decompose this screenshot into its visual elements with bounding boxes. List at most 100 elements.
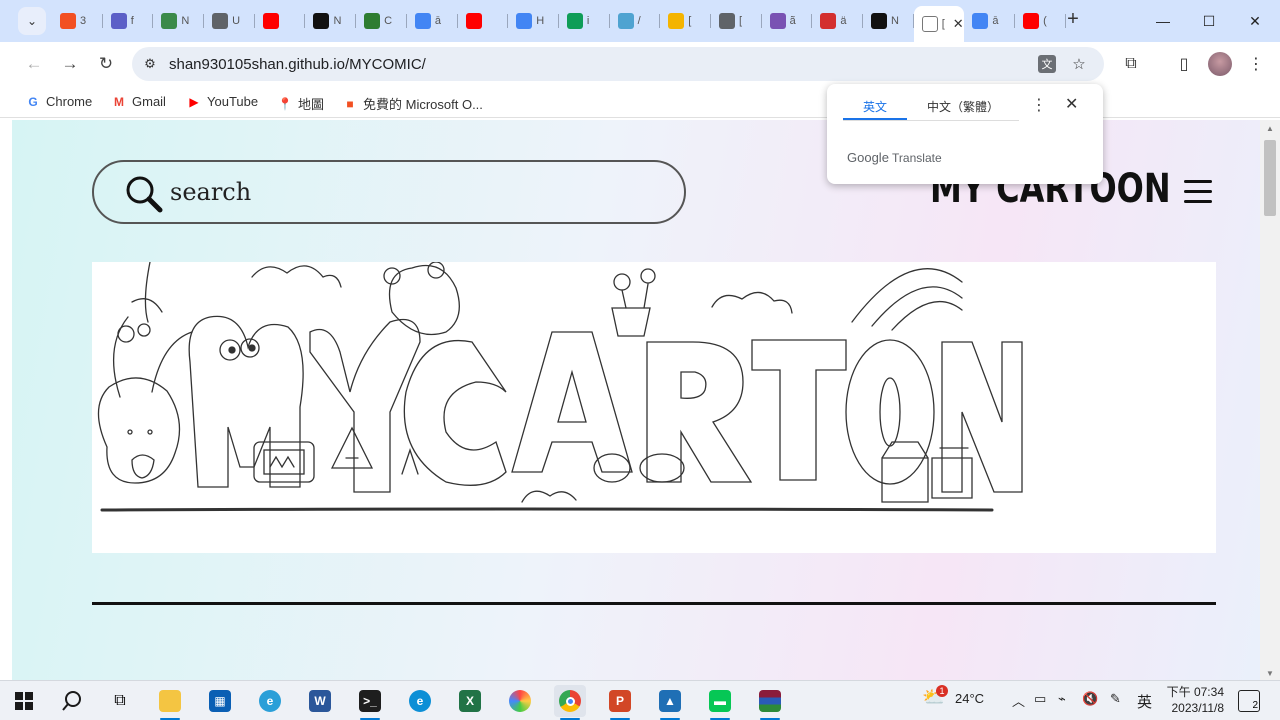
tab-title: / (637, 15, 641, 27)
google-translate-brand: Google Translate (847, 150, 942, 165)
address-bar[interactable]: ⚙ shan930105shan.github.io/MYCOMIC/ 文 ☆ (132, 47, 1104, 81)
taskbar-line[interactable]: ▬ (704, 685, 736, 720)
forward-button[interactable]: → (56, 50, 84, 78)
browser-tab[interactable]: C (356, 6, 407, 36)
browser-tab[interactable]: ã (762, 6, 813, 36)
bookmark-label: YouTube (207, 94, 259, 109)
close-window-button[interactable]: ✕ (1232, 0, 1278, 42)
reload-button[interactable]: ↻ (92, 50, 120, 78)
task-view-button[interactable]: ⧉ (104, 685, 136, 717)
browser-tab[interactable]: [✕ (913, 6, 965, 42)
pen-icon[interactable]: ✎ (1110, 691, 1121, 707)
browser-tab[interactable]: f (103, 6, 154, 36)
system-clock[interactable]: 下午 07:34 2023/11/8 (1162, 684, 1224, 716)
translate-icon[interactable]: 文 (1038, 55, 1056, 73)
battery-icon[interactable]: ▭ (1034, 691, 1046, 707)
translate-tab-source[interactable]: 英文 (863, 98, 887, 115)
powerpoint-icon: P (609, 690, 631, 712)
weather-temperature[interactable]: 24°C (955, 691, 984, 706)
new-tab-button[interactable]: + (1062, 9, 1084, 31)
url-text[interactable]: shan930105shan.github.io/MYCOMIC/ (169, 56, 426, 73)
tab-title: [ (738, 15, 742, 27)
menu-dots-icon[interactable]: ⋮ (1244, 52, 1268, 76)
taskbar-photos[interactable]: ▲ (654, 685, 686, 720)
profile-avatar[interactable] (1208, 52, 1232, 76)
tab-title: C (384, 15, 393, 27)
bookmark-item[interactable]: M Gmail (112, 94, 166, 109)
bookmark-item[interactable]: ▶ YouTube (187, 94, 258, 109)
extensions-icon[interactable]: ⧉ (1119, 52, 1143, 76)
scroll-up-icon[interactable]: ▲ (1266, 124, 1274, 133)
clock-date: 2023/11/8 (1171, 701, 1225, 715)
browser-tab[interactable]: U (204, 6, 255, 36)
bookmark-item[interactable]: 📍 地圖 (278, 94, 324, 113)
browser-tab[interactable]: ā (964, 6, 1015, 36)
translate-tab-target[interactable]: 中文（繁體） (927, 98, 999, 115)
browser-tab[interactable]: N (305, 6, 356, 36)
bookmark-star-icon[interactable]: ☆ (1068, 53, 1090, 75)
browser-tab[interactable]: ā (407, 6, 458, 36)
browser-tab[interactable]: i (559, 6, 610, 36)
taskbar-powerpoint[interactable]: P (604, 685, 636, 720)
tray-chevron-icon[interactable]: ︿ (1012, 691, 1025, 710)
scroll-down-icon[interactable]: ▼ (1266, 669, 1274, 678)
drive-icon (566, 13, 583, 29)
taskbar-chrome[interactable] (554, 685, 586, 720)
volume-muted-icon[interactable]: 🔇 (1082, 691, 1098, 707)
browser-tab[interactable]: [ (660, 6, 711, 36)
browser-tab[interactable]: N (863, 6, 914, 36)
edge-icon: e (409, 690, 431, 712)
word-icon: W (309, 690, 331, 712)
site-info-icon[interactable]: ⚙ (140, 54, 160, 74)
excel-icon: X (459, 690, 481, 712)
ime-indicator[interactable]: 英 (1137, 691, 1152, 712)
taskbar-terminal[interactable]: >_ (354, 685, 386, 720)
hamburger-menu-icon[interactable] (1184, 180, 1212, 204)
browser-tab[interactable]: / (610, 6, 661, 36)
browser-tab[interactable]: 3 (52, 6, 103, 36)
translate-options-icon[interactable]: ⋮ (1031, 95, 1047, 115)
page-scrollbar[interactable]: ▲ ▼ (1260, 120, 1280, 680)
notification-center-icon[interactable]: 2 (1238, 690, 1260, 712)
ie-icon: e (259, 690, 281, 712)
tab-title: f (130, 15, 134, 27)
taskbar-paint[interactable] (504, 685, 536, 717)
browser-tab[interactable]: ( (1015, 6, 1066, 36)
network-icon[interactable]: ⌁ (1058, 691, 1066, 707)
tab-title: H (536, 15, 545, 27)
cartoon-sketch-illustration (97, 261, 1023, 512)
taskbar-file-explorer[interactable] (154, 685, 186, 720)
task-view-icon: ⧉ (114, 692, 126, 709)
browser-tab[interactable]: H (508, 6, 559, 36)
bookmark-item[interactable]: ■ 免費的 Microsoft O... (343, 94, 483, 113)
minimize-button[interactable]: — (1140, 0, 1186, 42)
search-input[interactable]: search (92, 160, 686, 224)
browser-tab[interactable]: [ (711, 6, 762, 36)
avatar-app-icon (161, 13, 178, 29)
taskbar-internet-explorer[interactable]: e (254, 685, 286, 717)
start-button[interactable] (8, 685, 40, 717)
taskbar-word[interactable]: W (304, 685, 336, 717)
scroll-thumb[interactable] (1264, 140, 1276, 216)
browser-tab[interactable]: ä (812, 6, 863, 36)
translate-close-icon[interactable]: ✕ (1065, 94, 1078, 114)
back-button[interactable]: ← (20, 50, 48, 78)
translate-tab-rule (843, 120, 1019, 121)
tab-search-button[interactable]: ⌄ (18, 7, 46, 35)
taskbar-winrar[interactable] (754, 685, 786, 720)
taskbar-store[interactable]: ▦ (204, 685, 236, 717)
browser-tab[interactable] (255, 6, 306, 36)
taskbar-edge[interactable]: e (404, 685, 436, 717)
taskbar-search-button[interactable] (56, 685, 88, 717)
forward-arrow-icon: → (61, 54, 79, 73)
taskbar-excel[interactable]: X (454, 685, 486, 717)
side-panel-icon[interactable]: ▯ (1172, 52, 1196, 76)
google-icon: G (28, 94, 38, 109)
maximize-button[interactable]: ☐ (1186, 0, 1232, 42)
bookmark-label: Chrome (46, 94, 93, 109)
bookmark-item[interactable]: G Chrome (26, 94, 92, 109)
browser-tab[interactable]: N (153, 6, 204, 36)
close-tab-icon[interactable]: ✕ (953, 16, 964, 32)
browser-tab[interactable] (458, 6, 509, 36)
globe-icon (212, 13, 229, 29)
